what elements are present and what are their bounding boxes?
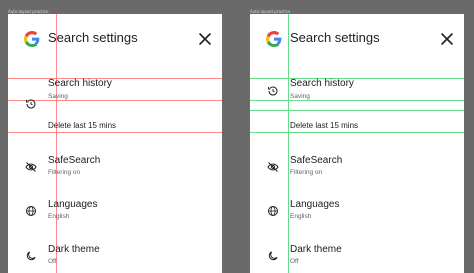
layout-guide — [56, 14, 57, 273]
close-icon[interactable] — [440, 32, 454, 46]
item-title: Dark theme — [290, 244, 342, 255]
history-icon — [26, 99, 36, 109]
item-title: SafeSearch — [48, 155, 101, 166]
page-title: Search settings — [290, 30, 380, 45]
item-title: Search history — [48, 78, 112, 89]
item-subtitle: Saving — [290, 93, 310, 100]
delete-last-15-mins-button[interactable]: Delete last 15 mins — [48, 121, 116, 130]
layout-guide — [250, 110, 464, 111]
history-icon — [268, 86, 278, 96]
globe-icon — [26, 206, 36, 216]
item-title: Languages — [48, 199, 98, 210]
layout-guide — [8, 100, 222, 101]
item-title: Search history — [290, 78, 354, 89]
item-subtitle: English — [48, 213, 70, 220]
item-subtitle: Filtering on — [290, 169, 323, 176]
moon-icon — [268, 251, 278, 261]
layout-guide — [8, 78, 222, 79]
settings-panel: Search settings Search history Saving De… — [250, 14, 464, 273]
item-subtitle: Off — [48, 258, 57, 265]
item-subtitle: Saving — [48, 93, 68, 100]
google-g-icon — [266, 31, 282, 47]
close-icon[interactable] — [198, 32, 212, 46]
globe-icon — [268, 206, 278, 216]
layout-guide — [288, 14, 289, 273]
item-subtitle: Filtering on — [48, 169, 81, 176]
item-title: SafeSearch — [290, 155, 343, 166]
google-g-icon — [24, 31, 40, 47]
settings-panel: Search settings Search history Saving De… — [8, 14, 222, 273]
layout-guide — [250, 78, 464, 79]
layout-guide — [8, 132, 222, 133]
item-subtitle: Off — [290, 258, 299, 265]
layout-guide — [250, 100, 464, 101]
item-title: Dark theme — [48, 244, 100, 255]
layout-guide — [250, 132, 464, 133]
moon-icon — [26, 251, 36, 261]
delete-last-15-mins-button[interactable]: Delete last 15 mins — [290, 121, 358, 130]
page-title: Search settings — [48, 30, 138, 45]
item-title: Languages — [290, 199, 340, 210]
eye-off-icon — [25, 162, 37, 172]
item-subtitle: English — [290, 213, 312, 220]
eye-off-icon — [267, 162, 279, 172]
